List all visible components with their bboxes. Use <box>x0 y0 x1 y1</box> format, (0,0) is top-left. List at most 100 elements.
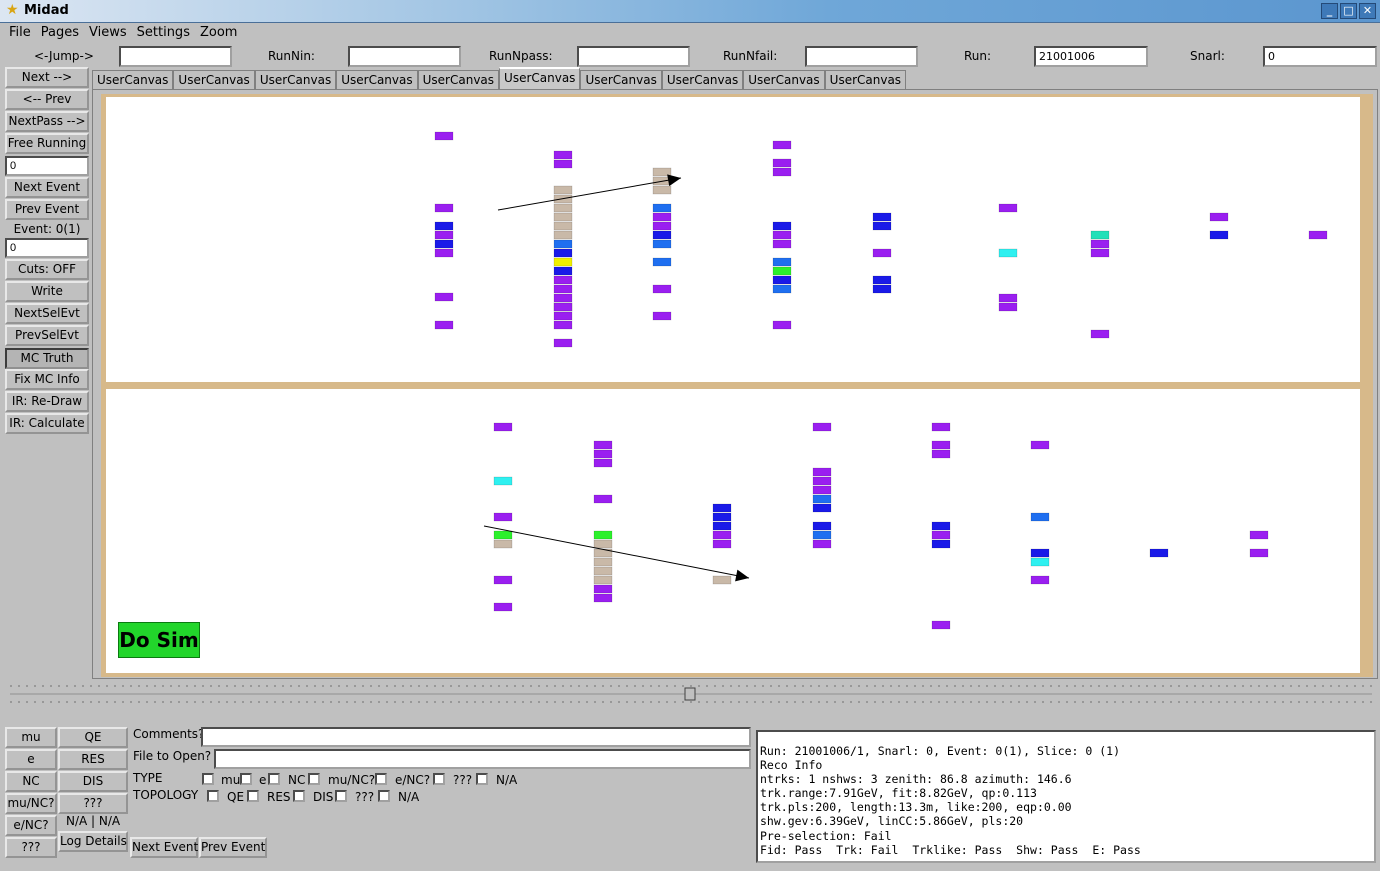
file-to-open-input[interactable] <box>214 749 751 769</box>
mu-nc-button[interactable]: mu/NC? <box>5 793 57 814</box>
prev-button[interactable]: <-- Prev <box>5 89 89 110</box>
type-nc-label: NC <box>288 773 306 787</box>
top-view-hit <box>553 203 573 213</box>
runnpass-input[interactable] <box>577 46 690 67</box>
top-view-hit <box>652 203 672 213</box>
bottom-prev-event-button[interactable]: Prev Event <box>199 837 267 858</box>
mu-button[interactable]: mu <box>5 727 57 748</box>
window-titlebar: ★ Midad _ □ ✕ <box>0 0 1380 23</box>
log-details-button[interactable]: Log Details <box>58 831 128 852</box>
tab-usercanvas-1[interactable]: UserCanvas <box>92 70 174 90</box>
minimize-icon[interactable]: _ <box>1321 3 1338 19</box>
topology-unknown-checkbox[interactable] <box>335 790 347 802</box>
runnfail-input[interactable] <box>805 46 918 67</box>
next-event-button[interactable]: Next Event <box>5 177 89 198</box>
tab-usercanvas-4[interactable]: UserCanvas <box>336 70 418 90</box>
topology-qe-checkbox[interactable] <box>207 790 219 802</box>
bottom-view-hit <box>712 503 732 513</box>
next-button[interactable]: Next --> <box>5 67 89 88</box>
bottom-view-hit <box>812 521 832 531</box>
e-button[interactable]: e <box>5 749 57 770</box>
menu-zoom[interactable]: Zoom <box>200 25 237 45</box>
top-view-hit <box>553 248 573 258</box>
bottom-next-event-button[interactable]: Next Event <box>130 837 198 858</box>
tab-usercanvas-5[interactable]: UserCanvas <box>417 70 500 90</box>
runnin-input[interactable] <box>348 46 461 67</box>
res-button[interactable]: RES <box>58 749 128 770</box>
tab-usercanvas-10[interactable]: UserCanvas <box>824 70 907 90</box>
type-na-label: N/A <box>496 773 518 787</box>
type-e-checkbox[interactable] <box>240 773 252 785</box>
top-view-hit <box>553 320 573 330</box>
maximize-icon[interactable]: □ <box>1340 3 1357 19</box>
type-mu-nc-checkbox[interactable] <box>308 773 320 785</box>
file-to-open-label: File to Open? <box>133 749 212 763</box>
topology-na-label: N/A <box>398 790 420 804</box>
unknown-type-button[interactable]: ??? <box>5 837 57 858</box>
nextpass-button[interactable]: NextPass --> <box>5 111 89 132</box>
type-unknown-label: ??? <box>453 773 473 787</box>
cuts-button[interactable]: Cuts: OFF <box>5 259 89 280</box>
write-button[interactable]: Write <box>5 281 89 302</box>
topology-dis-checkbox[interactable] <box>293 790 305 802</box>
tab-usercanvas-3[interactable]: UserCanvas <box>254 70 337 90</box>
dis-button[interactable]: DIS <box>58 771 128 792</box>
tab-usercanvas-9[interactable]: UserCanvas <box>743 70 825 90</box>
jump-input[interactable] <box>119 46 232 67</box>
topology-dis-label: DIS <box>313 790 334 804</box>
app-star-icon: ★ <box>6 2 19 18</box>
run-input[interactable] <box>1034 46 1148 67</box>
fix-mc-info-button[interactable]: Fix MC Info <box>5 369 89 390</box>
qe-button[interactable]: QE <box>58 727 128 748</box>
info-line: Run: 21001006/1, Snarl: 0, Event: 0(1), … <box>760 744 1121 758</box>
top-view-hit <box>772 239 792 249</box>
menu-file[interactable]: File <box>9 25 31 45</box>
bottom-view-pad[interactable] <box>106 389 1360 673</box>
snarl-input[interactable] <box>1263 46 1377 67</box>
top-view-hit <box>553 338 573 348</box>
type-e-nc-checkbox[interactable] <box>375 773 387 785</box>
bottom-view-svg <box>483 422 1269 630</box>
top-view-hit <box>434 292 454 302</box>
ir-redraw-button[interactable]: IR: Re-Draw <box>5 391 89 412</box>
nc-button[interactable]: NC <box>5 771 57 792</box>
nextselevt-button[interactable]: NextSelEvt <box>5 303 89 324</box>
type-na-checkbox[interactable] <box>476 773 488 785</box>
bottom-view-hit <box>593 449 613 459</box>
runnfail-label: RunNfail: <box>723 49 778 63</box>
menu-pages[interactable]: Pages <box>41 25 79 45</box>
type-unknown-checkbox[interactable] <box>433 773 445 785</box>
splitter-handle-icon[interactable] <box>684 687 696 701</box>
event-info-panel: Run: 21001006/1, Snarl: 0, Event: 0(1), … <box>756 730 1376 863</box>
prev-event-button[interactable]: Prev Event <box>5 199 89 220</box>
menu-settings[interactable]: Settings <box>137 25 190 45</box>
do-sim-button[interactable]: Do Sim <box>118 622 200 658</box>
ir-calculate-button[interactable]: IR: Calculate <box>5 413 89 434</box>
type-nc-checkbox[interactable] <box>268 773 280 785</box>
top-view-hit <box>434 230 454 240</box>
bottom-view-hit <box>1249 548 1269 558</box>
topology-res-checkbox[interactable] <box>247 790 259 802</box>
bottom-view-hit <box>812 467 832 477</box>
prevselevt-button[interactable]: PrevSelEvt <box>5 325 89 346</box>
e-nc-button[interactable]: e/NC? <box>5 815 57 836</box>
top-view-hit <box>553 185 573 195</box>
event-index-input[interactable] <box>5 238 89 258</box>
type-mu-checkbox[interactable] <box>202 773 214 785</box>
tab-usercanvas-7[interactable]: UserCanvas <box>580 70 662 90</box>
comments-input[interactable] <box>201 727 751 747</box>
menu-views[interactable]: Views <box>89 25 127 45</box>
topology-na-checkbox[interactable] <box>378 790 390 802</box>
bottom-view-hit <box>812 476 832 486</box>
mc-truth-button[interactable]: MC Truth <box>5 348 89 369</box>
free-running-button[interactable]: Free Running <box>5 133 89 154</box>
tab-usercanvas-8[interactable]: UserCanvas <box>661 70 744 90</box>
top-view-pad[interactable] <box>106 97 1360 382</box>
unknown-topology-button[interactable]: ??? <box>58 793 128 814</box>
event-number-input[interactable] <box>5 156 89 176</box>
tab-usercanvas-2[interactable]: UserCanvas <box>173 70 255 90</box>
close-icon[interactable]: ✕ <box>1359 3 1376 19</box>
horizontal-splitter[interactable] <box>10 682 1372 706</box>
na-label: N/A | N/A <box>66 814 121 828</box>
tab-usercanvas-6[interactable]: UserCanvas <box>499 67 581 90</box>
